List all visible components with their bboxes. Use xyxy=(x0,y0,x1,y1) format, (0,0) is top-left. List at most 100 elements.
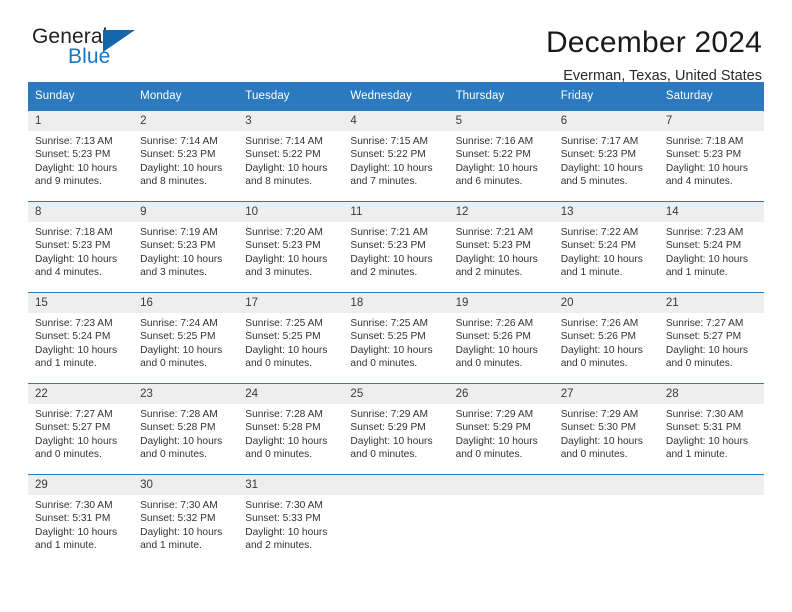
day-details: Sunrise: 7:30 AM Sunset: 5:31 PM Daylight:… xyxy=(659,404,764,462)
daylight-text-line2: and 8 minutes. xyxy=(140,176,207,188)
calendar-day-cell[interactable]: 31 Sunrise: 7:30 AM Sunset: 5:33 PM Dayligh… xyxy=(238,474,344,555)
sunset-text: Sunset: 5:29 PM xyxy=(455,422,531,434)
calendar-day-cell[interactable]: 12 Sunrise: 7:21 AM Sunset: 5:23 PM Dayligh… xyxy=(448,201,554,282)
calendar-page: General Blue December 2024 Everman, Texa… xyxy=(0,0,792,612)
calendar-day-cell[interactable]: 6 Sunrise: 7:17 AM Sunset: 5:23 PM Daylight… xyxy=(553,110,659,191)
day-details: Sunrise: 7:26 AM Sunset: 5:26 PM Daylight:… xyxy=(554,313,659,371)
calendar-day-cell[interactable] xyxy=(658,474,764,555)
daylight-text-line2: and 0 minutes. xyxy=(245,449,313,461)
week-spacer xyxy=(28,464,764,475)
sunset-text: Sunset: 5:24 PM xyxy=(560,240,637,252)
calendar-day-cell[interactable]: 3 Sunrise: 7:14 AM Sunset: 5:22 PM Daylight… xyxy=(238,110,344,191)
daylight-text-line1: Daylight: 10 hours xyxy=(560,344,643,356)
day-details: Sunrise: 7:23 AM Sunset: 5:24 PM Daylight:… xyxy=(659,222,764,280)
calendar-day-cell[interactable]: 19 Sunrise: 7:26 AM Sunset: 5:26 PM Dayligh… xyxy=(448,292,554,373)
sunrise-text: Sunrise: 7:28 AM xyxy=(140,409,218,420)
sunrise-text: Sunrise: 7:14 AM xyxy=(140,136,218,147)
sunset-text: Sunset: 5:28 PM xyxy=(245,422,321,434)
calendar-body: 1 Sunrise: 7:13 AM Sunset: 5:23 PM Daylight… xyxy=(28,110,764,555)
day-number xyxy=(658,475,764,495)
day-number: 20 xyxy=(553,293,659,313)
daylight-text-line1: Daylight: 10 hours xyxy=(350,435,433,447)
day-details: Sunrise: 7:21 AM Sunset: 5:23 PM Daylight:… xyxy=(343,222,448,280)
calendar-day-cell[interactable]: 18 Sunrise: 7:25 AM Sunset: 5:25 PM Dayligh… xyxy=(343,292,449,373)
weekday-header-thursday: Thursday xyxy=(448,82,554,111)
daylight-text-line1: Daylight: 10 hours xyxy=(350,344,433,356)
sunset-text: Sunset: 5:23 PM xyxy=(35,240,111,252)
day-number: 30 xyxy=(133,475,239,495)
calendar-day-cell[interactable]: 9 Sunrise: 7:19 AM Sunset: 5:23 PM Daylight… xyxy=(133,201,239,282)
day-number: 29 xyxy=(28,475,134,495)
calendar-day-cell[interactable]: 17 Sunrise: 7:25 AM Sunset: 5:25 PM Dayligh… xyxy=(238,292,344,373)
calendar-day-cell[interactable]: 2 Sunrise: 7:14 AM Sunset: 5:23 PM Daylight… xyxy=(133,110,239,191)
day-number xyxy=(343,475,449,495)
sunrise-text: Sunrise: 7:25 AM xyxy=(245,318,323,329)
sunrise-text: Sunrise: 7:30 AM xyxy=(140,500,218,511)
daylight-text-line1: Daylight: 10 hours xyxy=(665,435,748,447)
logo-text-blue: Blue xyxy=(68,45,111,68)
sunset-text: Sunset: 5:23 PM xyxy=(140,240,216,252)
calendar-day-cell[interactable]: 7 Sunrise: 7:18 AM Sunset: 5:23 PM Daylight… xyxy=(658,110,764,191)
daylight-text-line1: Daylight: 10 hours xyxy=(665,253,748,265)
day-details: Sunrise: 7:30 AM Sunset: 5:32 PM Daylight:… xyxy=(133,495,238,553)
calendar-day-cell[interactable] xyxy=(448,474,554,555)
calendar-table: Sunday Monday Tuesday Wednesday Thursday… xyxy=(28,82,764,555)
day-number: 10 xyxy=(238,202,344,222)
calendar-day-cell[interactable]: 27 Sunrise: 7:29 AM Sunset: 5:30 PM Dayligh… xyxy=(553,383,659,464)
calendar-day-cell[interactable]: 11 Sunrise: 7:21 AM Sunset: 5:23 PM Dayligh… xyxy=(343,201,449,282)
calendar-day-cell[interactable]: 26 Sunrise: 7:29 AM Sunset: 5:29 PM Dayligh… xyxy=(448,383,554,464)
sunrise-text: Sunrise: 7:18 AM xyxy=(35,227,113,238)
calendar-day-cell[interactable]: 21 Sunrise: 7:27 AM Sunset: 5:27 PM Dayligh… xyxy=(658,292,764,373)
week-spacer xyxy=(28,282,764,293)
daylight-text-line1: Daylight: 10 hours xyxy=(560,253,643,265)
sunset-text: Sunset: 5:23 PM xyxy=(245,240,321,252)
calendar-day-cell[interactable]: 4 Sunrise: 7:15 AM Sunset: 5:22 PM Daylight… xyxy=(343,110,449,191)
daylight-text-line1: Daylight: 10 hours xyxy=(245,162,328,174)
calendar-day-cell[interactable]: 29 Sunrise: 7:30 AM Sunset: 5:31 PM Dayligh… xyxy=(28,474,134,555)
sunrise-text: Sunrise: 7:29 AM xyxy=(455,409,534,420)
calendar-day-cell[interactable]: 14 Sunrise: 7:23 AM Sunset: 5:24 PM Dayligh… xyxy=(658,201,764,282)
calendar-day-cell[interactable]: 20 Sunrise: 7:26 AM Sunset: 5:26 PM Dayligh… xyxy=(553,292,659,373)
sunrise-text: Sunrise: 7:27 AM xyxy=(35,409,113,420)
weekday-header-tuesday: Tuesday xyxy=(238,82,344,111)
daylight-text-line1: Daylight: 10 hours xyxy=(665,162,748,174)
calendar-day-cell[interactable]: 22 Sunrise: 7:27 AM Sunset: 5:27 PM Dayligh… xyxy=(28,383,134,464)
calendar-day-cell[interactable]: 23 Sunrise: 7:28 AM Sunset: 5:28 PM Dayligh… xyxy=(133,383,239,464)
sunrise-text: Sunrise: 7:19 AM xyxy=(140,227,218,238)
day-number: 19 xyxy=(448,293,554,313)
sunset-text: Sunset: 5:32 PM xyxy=(140,513,216,525)
sunrise-text: Sunrise: 7:30 AM xyxy=(665,409,744,420)
calendar-day-cell[interactable]: 5 Sunrise: 7:16 AM Sunset: 5:22 PM Daylight… xyxy=(448,110,554,191)
daylight-text-line2: and 5 minutes. xyxy=(560,176,628,188)
calendar-day-cell[interactable] xyxy=(343,474,449,555)
calendar-day-cell[interactable]: 10 Sunrise: 7:20 AM Sunset: 5:23 PM Dayligh… xyxy=(238,201,344,282)
calendar-day-cell[interactable]: 15 Sunrise: 7:23 AM Sunset: 5:24 PM Dayligh… xyxy=(28,292,134,373)
daylight-text-line1: Daylight: 10 hours xyxy=(455,435,538,447)
sunrise-text: Sunrise: 7:29 AM xyxy=(350,409,429,420)
sunset-text: Sunset: 5:23 PM xyxy=(140,149,216,161)
calendar-day-cell[interactable]: 28 Sunrise: 7:30 AM Sunset: 5:31 PM Dayligh… xyxy=(658,383,764,464)
day-number: 24 xyxy=(238,384,344,404)
sunrise-text: Sunrise: 7:21 AM xyxy=(455,227,534,238)
daylight-text-line2: and 0 minutes. xyxy=(455,449,523,461)
day-details: Sunrise: 7:19 AM Sunset: 5:23 PM Daylight:… xyxy=(133,222,238,280)
daylight-text-line1: Daylight: 10 hours xyxy=(140,344,223,356)
calendar-week-row: 8 Sunrise: 7:18 AM Sunset: 5:23 PM Daylight… xyxy=(28,201,764,282)
calendar-day-cell[interactable]: 24 Sunrise: 7:28 AM Sunset: 5:28 PM Dayligh… xyxy=(238,383,344,464)
calendar-day-cell[interactable]: 13 Sunrise: 7:22 AM Sunset: 5:24 PM Dayligh… xyxy=(553,201,659,282)
calendar-day-cell[interactable]: 16 Sunrise: 7:24 AM Sunset: 5:25 PM Dayligh… xyxy=(133,292,239,373)
sunrise-text: Sunrise: 7:23 AM xyxy=(665,227,744,238)
calendar-day-cell[interactable]: 25 Sunrise: 7:29 AM Sunset: 5:29 PM Dayligh… xyxy=(343,383,449,464)
calendar-day-cell[interactable]: 8 Sunrise: 7:18 AM Sunset: 5:23 PM Daylight… xyxy=(28,201,134,282)
day-details: Sunrise: 7:21 AM Sunset: 5:23 PM Daylight:… xyxy=(449,222,554,280)
calendar-day-cell[interactable] xyxy=(553,474,659,555)
calendar-day-cell[interactable]: 1 Sunrise: 7:13 AM Sunset: 5:23 PM Daylight… xyxy=(28,110,134,191)
page-title: December 2024 xyxy=(545,26,762,59)
weekday-header-monday: Monday xyxy=(133,82,239,111)
calendar-week-row: 15 Sunrise: 7:23 AM Sunset: 5:24 PM Dayligh… xyxy=(28,292,764,373)
day-number: 31 xyxy=(238,475,344,495)
day-details: Sunrise: 7:29 AM Sunset: 5:30 PM Daylight:… xyxy=(554,404,659,462)
sunset-text: Sunset: 5:33 PM xyxy=(245,513,321,525)
generalblue-logo: General Blue xyxy=(28,26,212,67)
calendar-day-cell[interactable]: 30 Sunrise: 7:30 AM Sunset: 5:32 PM Dayligh… xyxy=(133,474,239,555)
